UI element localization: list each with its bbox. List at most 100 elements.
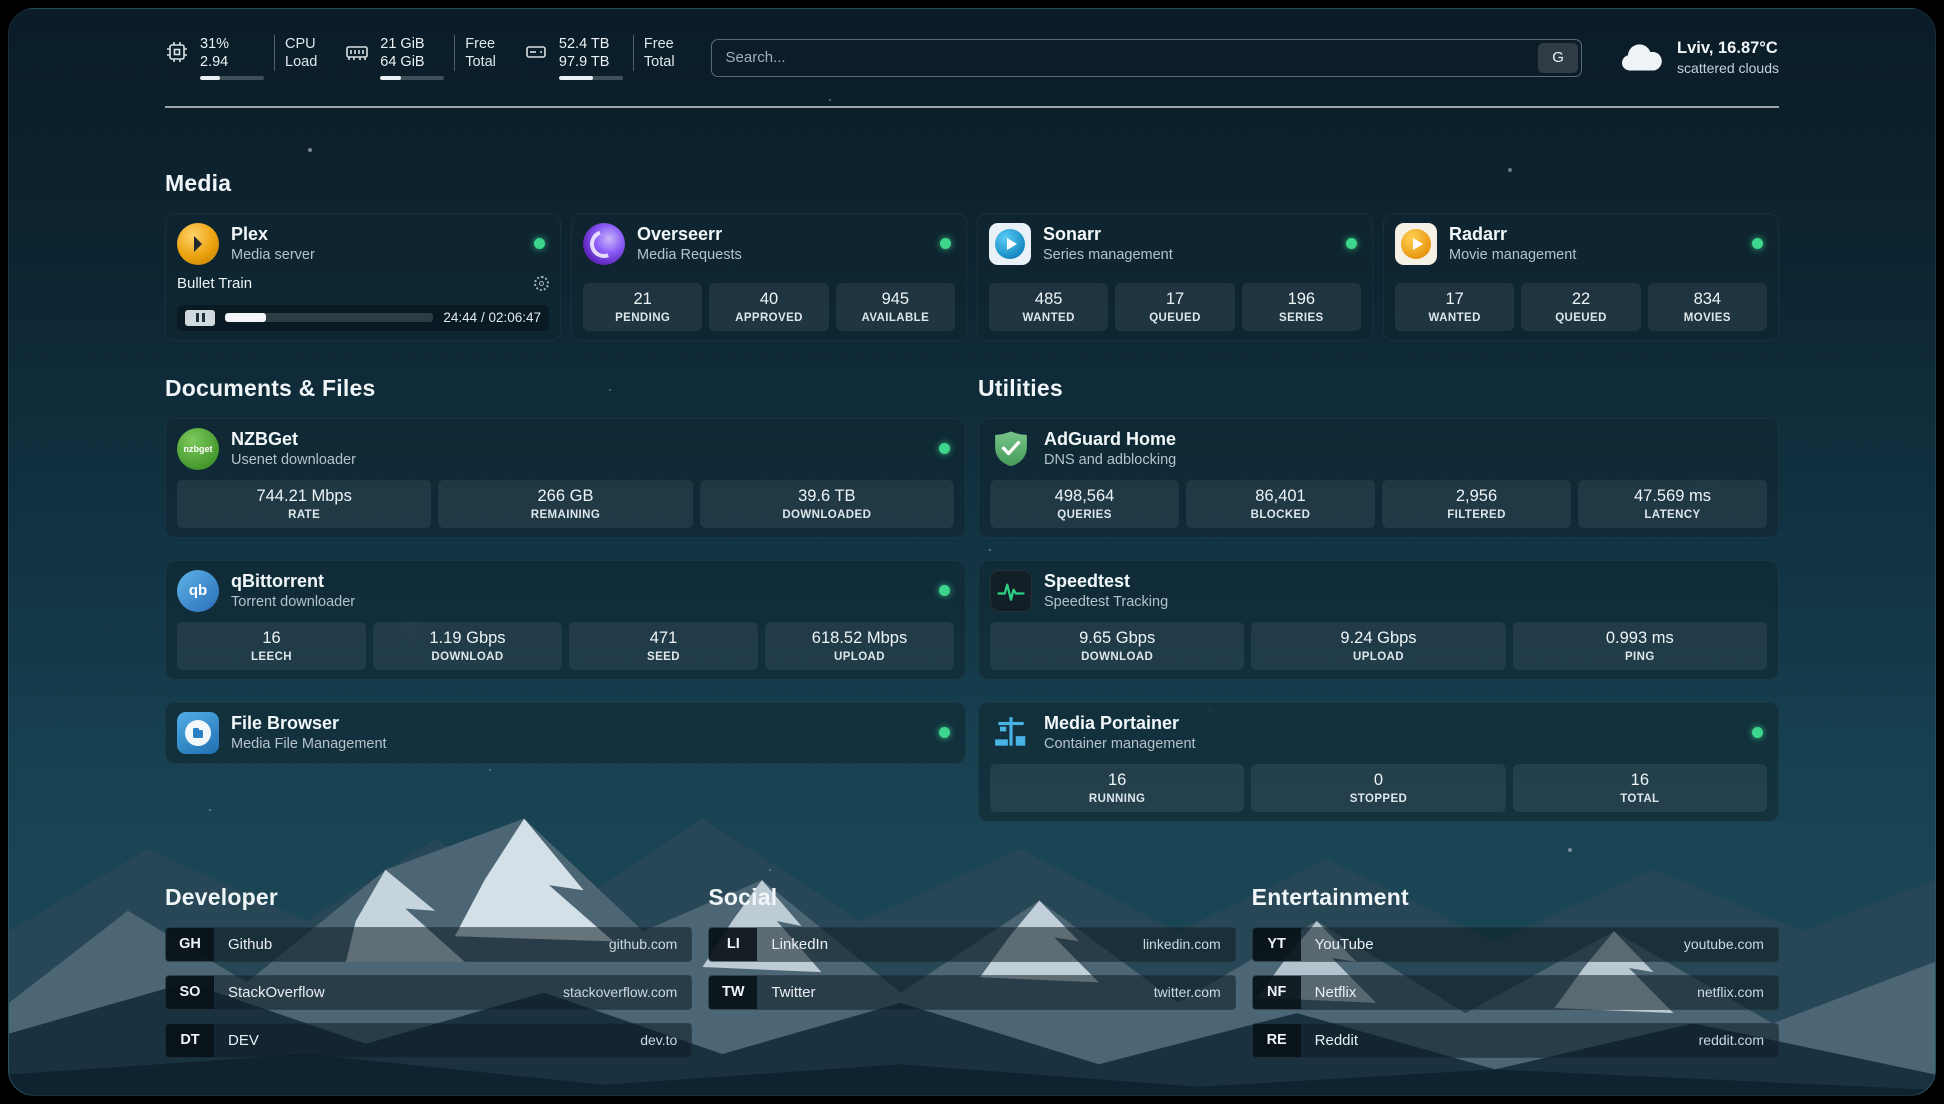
stat-value: 471 [573, 628, 754, 649]
bookmark-netflix[interactable]: NF Netflix netflix.com [1252, 975, 1779, 1010]
disk-labels: Free Total [633, 35, 675, 71]
app-name: Speedtest [1044, 570, 1168, 592]
nzbget-card[interactable]: nzbget NZBGet Usenet downloader 744.21 M… [165, 418, 966, 538]
pause-icon[interactable] [185, 310, 215, 326]
section-title-entertainment: Entertainment [1252, 884, 1779, 911]
stat-value: 0.993 ms [1517, 628, 1763, 649]
playback-progress-bar[interactable] [225, 313, 433, 322]
app-subtitle: DNS and adblocking [1044, 451, 1176, 469]
plex-card[interactable]: Plex Media server Bullet Train [165, 213, 561, 341]
app-subtitle: Media Requests [637, 246, 742, 264]
bookmark-dev[interactable]: DT DEV dev.to [165, 1023, 692, 1058]
bookmark-youtube[interactable]: YT YouTube youtube.com [1252, 927, 1779, 962]
stat-label: PENDING [587, 312, 698, 324]
bookmark-url: reddit.com [1699, 1032, 1764, 1048]
filebrowser-card[interactable]: File Browser Media File Management [165, 702, 966, 764]
gear-icon[interactable] [534, 276, 549, 291]
stat-label: FILTERED [1386, 509, 1567, 521]
stat-value: 618.52 Mbps [769, 628, 950, 649]
bookmark-url: github.com [609, 936, 677, 952]
app-name: AdGuard Home [1044, 428, 1176, 450]
search-input[interactable] [712, 40, 1536, 76]
bookmark-name: Reddit [1315, 1032, 1358, 1049]
plex-player: 24:44 / 02:06:47 [177, 305, 549, 331]
app-name: Radarr [1449, 223, 1576, 245]
app-name: File Browser [231, 712, 387, 734]
app-name: Overseerr [637, 223, 742, 245]
app-subtitle: Series management [1043, 246, 1173, 264]
stat-tile: 22 QUEUED [1521, 283, 1640, 331]
status-online-dot [1346, 238, 1357, 249]
app-name: NZBGet [231, 428, 356, 450]
stat-tile: 86,401 BLOCKED [1186, 480, 1375, 528]
bookmark-twitter[interactable]: TW Twitter twitter.com [708, 975, 1235, 1010]
app-name: Sonarr [1043, 223, 1173, 245]
bookmark-name: LinkedIn [771, 936, 828, 953]
section-title-social: Social [708, 884, 1235, 911]
stat-tile: 485 WANTED [989, 283, 1108, 331]
app-subtitle: Media server [231, 246, 315, 264]
bookmark-github[interactable]: GH Github github.com [165, 927, 692, 962]
stat-label: DOWNLOAD [994, 651, 1240, 663]
ram-free: 21 GiB [380, 35, 444, 53]
cpu-metric: 31% 2.94 CPU Load [165, 35, 317, 80]
adguard-card[interactable]: AdGuard Home DNS and adblocking 498,564 … [978, 418, 1779, 538]
ram-metric: 21 GiB 64 GiB Free Total [345, 35, 496, 80]
bookmark-name: StackOverflow [228, 984, 325, 1001]
topbar-divider [165, 106, 1779, 108]
cpu-percent: 31% [200, 35, 264, 53]
bookmark-name: DEV [228, 1032, 259, 1049]
bookmark-linkedin[interactable]: LI LinkedIn linkedin.com [708, 927, 1235, 962]
filebrowser-icon [177, 712, 219, 754]
stat-label: AVAILABLE [840, 312, 951, 324]
stat-label: STOPPED [1255, 793, 1501, 805]
section-title-media: Media [165, 170, 1779, 197]
qbittorrent-card[interactable]: qb qBittorrent Torrent downloader 16 [165, 560, 966, 680]
radarr-card[interactable]: Radarr Movie management 17 WANTED 22 QUE… [1383, 213, 1779, 341]
status-online-dot [1752, 727, 1763, 738]
bookmark-name: Twitter [771, 984, 815, 1001]
cpu-chip-icon [165, 40, 189, 64]
bookmark-url: youtube.com [1684, 936, 1764, 952]
stat-tile: 2,956 FILTERED [1382, 480, 1571, 528]
bookmark-reddit[interactable]: RE Reddit reddit.com [1252, 1023, 1779, 1058]
bookmark-abbr: SO [166, 976, 214, 1009]
disk-progress-bar [559, 76, 623, 80]
adguard-shield-icon [990, 428, 1032, 470]
search-engine-button[interactable]: G [1538, 43, 1578, 73]
overseerr-card[interactable]: Overseerr Media Requests 21 PENDING 40 A… [571, 213, 967, 341]
stat-label: BLOCKED [1190, 509, 1371, 521]
stat-label: DOWNLOAD [377, 651, 558, 663]
weather-location: Lviv, 16.87°C [1677, 38, 1779, 59]
portainer-card[interactable]: Media Portainer Container management 16 … [978, 702, 1779, 822]
ram-progress-bar [380, 76, 444, 80]
bookmark-name: Netflix [1315, 984, 1357, 1001]
stat-tile: 0.993 ms PING [1513, 622, 1767, 670]
stat-tile: 40 APPROVED [709, 283, 828, 331]
weather-widget: Lviv, 16.87°C scattered clouds [1618, 38, 1779, 77]
stat-label: RATE [181, 509, 427, 521]
status-online-dot [534, 238, 545, 249]
bookmark-url: stackoverflow.com [563, 984, 677, 1000]
sonarr-card[interactable]: Sonarr Series management 485 WANTED 17 Q… [977, 213, 1373, 341]
plex-icon [177, 223, 219, 265]
speedtest-card[interactable]: Speedtest Speedtest Tracking 9.65 Gbps D… [978, 560, 1779, 680]
stat-tile: 945 AVAILABLE [836, 283, 955, 331]
bookmark-stackoverflow[interactable]: SO StackOverflow stackoverflow.com [165, 975, 692, 1010]
stat-label: QUEUED [1119, 312, 1230, 324]
stat-value: 1.19 Gbps [377, 628, 558, 649]
playback-time: 24:44 / 02:06:47 [443, 310, 541, 325]
bookmark-url: twitter.com [1154, 984, 1221, 1000]
stat-tile: 196 SERIES [1242, 283, 1361, 331]
app-subtitle: Usenet downloader [231, 451, 356, 469]
dashboard-screen: 31% 2.94 CPU Load [8, 8, 1936, 1096]
stat-tile: 1.19 Gbps DOWNLOAD [373, 622, 562, 670]
memory-icon [345, 40, 369, 64]
stat-value: 485 [993, 289, 1104, 310]
stat-value: 16 [1517, 770, 1763, 791]
ram-total: 64 GiB [380, 53, 444, 71]
bookmark-abbr: TW [709, 976, 757, 1009]
system-metrics: 31% 2.94 CPU Load [165, 35, 675, 80]
app-subtitle: Torrent downloader [231, 593, 355, 611]
stat-label: PING [1517, 651, 1763, 663]
